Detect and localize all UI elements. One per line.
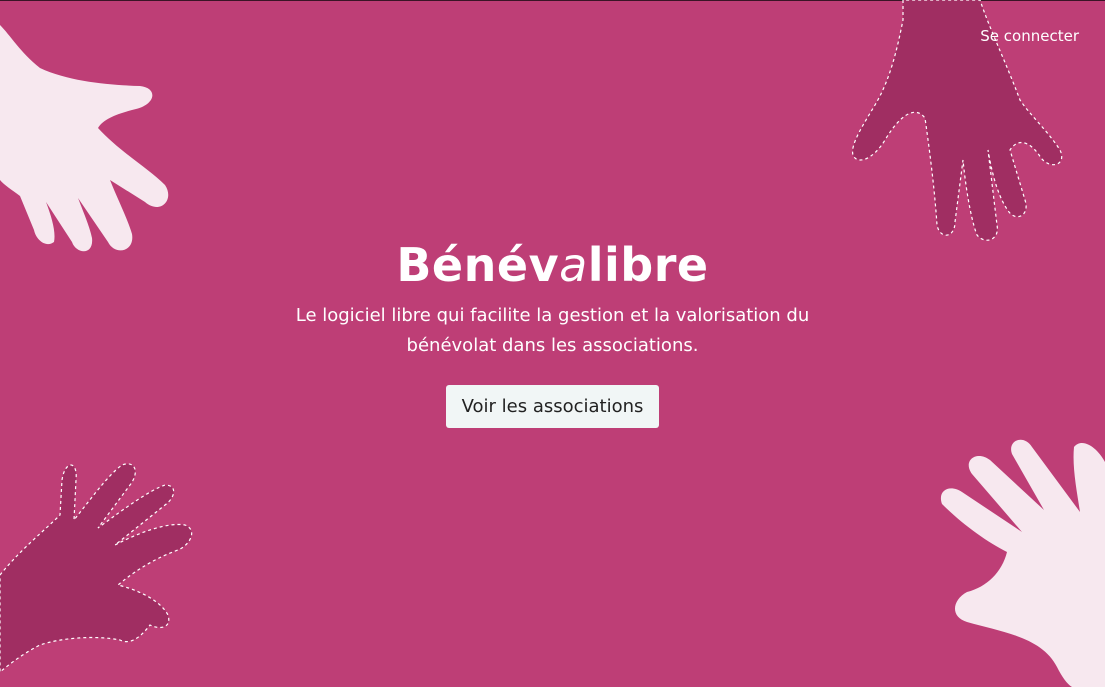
- brand-title: Bénévalibre: [0, 238, 1105, 293]
- view-associations-button[interactable]: Voir les associations: [445, 385, 660, 429]
- brand-title-part2: libre: [587, 238, 709, 292]
- hand-bottom-right-icon: [940, 439, 1105, 687]
- brand-title-accent: a: [559, 238, 588, 292]
- landing-page: Se connecter Bénévalibre Le logiciel lib…: [0, 0, 1105, 687]
- login-link[interactable]: Se connecter: [980, 27, 1079, 45]
- hand-bottom-left-icon: [0, 463, 193, 673]
- brand-title-part1: Bénév: [396, 238, 560, 292]
- hero-section: Bénévalibre Le logiciel libre qui facili…: [0, 238, 1105, 429]
- hero-tagline: Le logiciel libre qui facilite la gestio…: [295, 305, 810, 357]
- hand-top-left-icon: [0, 25, 169, 252]
